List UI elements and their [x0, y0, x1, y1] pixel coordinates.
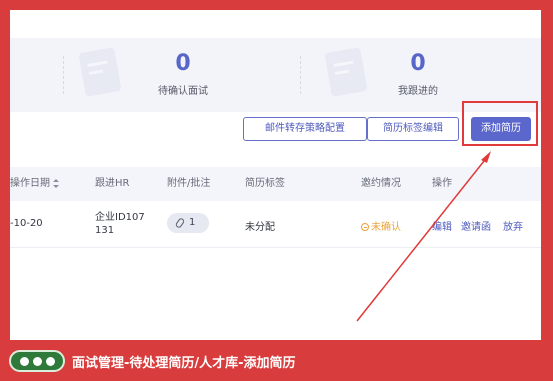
- resume-tag-edit-button[interactable]: 简历标签编辑: [367, 117, 459, 141]
- cell-date: -10-20: [10, 218, 43, 229]
- cell-hr: 企业ID107 131: [95, 211, 145, 237]
- edit-link[interactable]: 编辑: [432, 218, 452, 233]
- stat-value: 0: [175, 51, 191, 76]
- dot: [20, 357, 29, 366]
- stats-divider: [300, 56, 301, 94]
- column-header-tags: 简历标签: [245, 178, 285, 189]
- cell-invite-status: 未确认: [361, 218, 401, 233]
- footer-title: 面试管理-待处理简历/人才库-添加简历: [72, 356, 296, 371]
- invitation-letter-link[interactable]: 邀请函: [461, 218, 491, 233]
- status-text: 未确认: [371, 222, 401, 233]
- column-header-date[interactable]: 操作日期: [10, 167, 59, 201]
- sort-icon[interactable]: [53, 178, 59, 188]
- table-row: -10-20 企业ID107 131 1 未分配 未确认 编辑 邀请函 放弃: [10, 201, 541, 248]
- pending-clock-icon: [361, 223, 369, 231]
- cell-hr-line2: 131: [95, 225, 115, 236]
- stats-divider: [63, 56, 64, 94]
- dots-icon: [9, 350, 65, 372]
- stat-value: 0: [410, 51, 426, 76]
- main-panel: 0 待确认面试 0 我跟进的 邮件转存策略配置 简历标签编辑 添加简历 操作日期…: [10, 10, 541, 340]
- discard-link[interactable]: 放弃: [503, 218, 523, 233]
- dot: [33, 357, 42, 366]
- stat-label: 待确认面试: [158, 86, 208, 97]
- attachment-count: 1: [189, 217, 196, 228]
- paperclip-icon: [174, 217, 186, 229]
- table-header: 操作日期 跟进HR 附件/批注 简历标签 邀约情况 操作: [10, 167, 541, 201]
- stat-pending-interviews[interactable]: 0 待确认面试: [93, 38, 273, 112]
- stat-label: 我跟进的: [398, 86, 438, 97]
- mail-strategy-config-button[interactable]: 邮件转存策略配置: [243, 117, 367, 141]
- highlight-box: [462, 101, 538, 146]
- cell-resume-tag: 未分配: [245, 222, 275, 233]
- cell-hr-line1: 企业ID107: [95, 212, 145, 223]
- column-header-invite: 邀约情况: [361, 178, 401, 189]
- footer-bar: 面试管理-待处理简历/人才库-添加简历: [0, 340, 553, 381]
- column-header-actions: 操作: [432, 178, 452, 189]
- dot: [46, 357, 55, 366]
- column-header-attachment: 附件/批注: [167, 178, 211, 189]
- column-header-hr: 跟进HR: [95, 178, 130, 189]
- attachment-pill[interactable]: 1: [167, 213, 209, 233]
- column-header-label: 操作日期: [10, 178, 50, 189]
